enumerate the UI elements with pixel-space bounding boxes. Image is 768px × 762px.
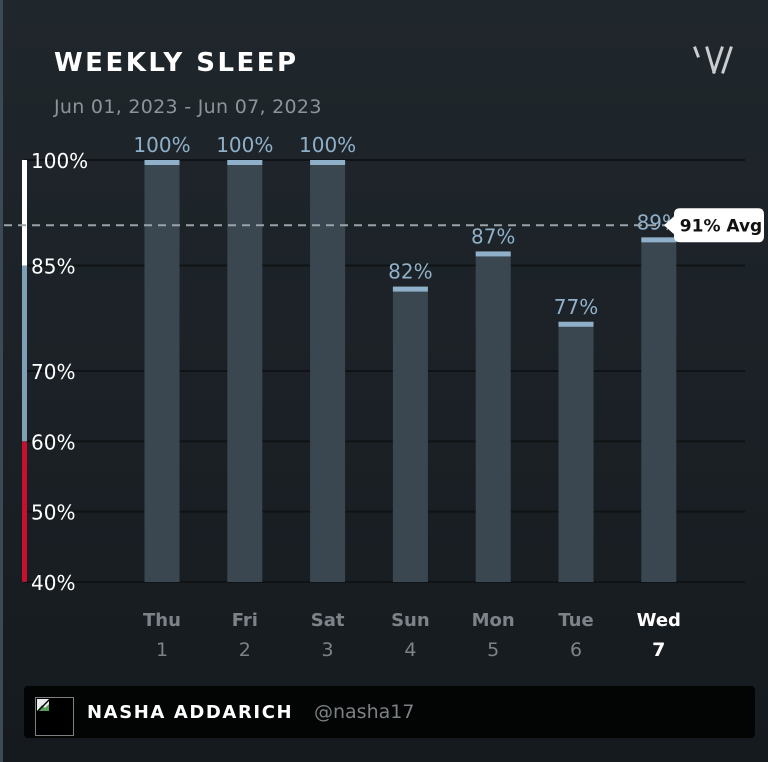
sleep-bar-chart: 100%85%70%60%50%40% 100% 100% 100%82%87%77… — [4, 133, 764, 661]
x-label-sat: Sat 3 — [311, 610, 345, 661]
day-number-label: 5 — [487, 639, 499, 661]
day-number-label: 7 — [652, 639, 665, 661]
x-label-tue: Tue 6 — [558, 610, 593, 661]
bar — [392, 286, 428, 582]
bar-group-fri: 100% — [216, 133, 273, 582]
day-number-label: 3 — [322, 639, 334, 661]
bar — [641, 237, 677, 582]
avatar[interactable] — [35, 697, 74, 736]
y-tick-label: 100% — [31, 149, 88, 173]
y-tick-label: 70% — [31, 360, 75, 384]
bar-value-label: 100% — [133, 133, 190, 157]
bar-cap — [475, 251, 511, 257]
x-label-sun: Sun 4 — [391, 610, 430, 661]
user-handle[interactable]: @nasha17 — [314, 701, 414, 723]
bar-value-label: 87% — [471, 224, 515, 248]
x-label-thu: Thu 1 — [143, 610, 181, 661]
y-tick-label: 85% — [31, 255, 75, 279]
day-name-label: Sat — [311, 610, 345, 631]
bar-group-mon: 87% — [471, 224, 515, 582]
bar — [144, 160, 180, 582]
y-tick-label: 50% — [31, 501, 75, 525]
scale-band-85-100 — [22, 160, 27, 266]
user-footer: NASHA ADDARICH @nasha17 — [24, 686, 755, 738]
day-name-label: Sun — [391, 610, 430, 631]
bar-cap — [310, 160, 346, 165]
bar-value-label: 77% — [554, 295, 598, 319]
bar-value-label: 100% — [216, 133, 273, 157]
bar-group-tue: 77% — [554, 295, 598, 582]
bar-cap — [558, 321, 594, 327]
bar-cap — [392, 286, 428, 292]
bar-group-thu: 100% — [133, 133, 191, 582]
scale-band-40-60 — [22, 441, 27, 582]
y-tick-label: 60% — [31, 430, 75, 454]
x-label-wed: Wed 7 — [637, 610, 681, 661]
day-name-label: Fri — [232, 610, 258, 631]
day-name-label: Mon — [472, 610, 515, 631]
bar — [310, 160, 346, 582]
bar-value-label: 100% — [299, 133, 356, 157]
bar-cap — [641, 237, 677, 243]
scale-band-60-85 — [22, 265, 27, 442]
day-number-label: 2 — [239, 639, 251, 661]
bar-group-sat: 100% — [299, 133, 356, 582]
bar — [558, 321, 594, 582]
bar-group-sun: 82% — [388, 260, 433, 582]
bar — [475, 251, 511, 582]
x-label-mon: Mon 5 — [472, 610, 515, 661]
bars: 100% 100% 100% 82% 87% 77% 89% — [133, 133, 681, 582]
day-number-label: 1 — [156, 639, 168, 661]
bar-group-wed: 89% — [637, 210, 681, 582]
day-number-label: 4 — [404, 639, 416, 661]
day-number-label: 6 — [570, 639, 582, 661]
bar-value-label: 82% — [388, 260, 432, 284]
bar — [227, 160, 263, 582]
x-label-fri: Fri 2 — [232, 610, 258, 661]
y-tick-label: 40% — [31, 571, 75, 595]
day-name-label: Tue — [558, 610, 593, 631]
performance-scale — [22, 160, 27, 582]
day-name-label: Thu — [143, 610, 181, 631]
bar-cap — [227, 160, 263, 165]
broken-image-icon — [37, 699, 49, 711]
average-label: 91% Avg — [680, 216, 762, 236]
user-name: NASHA ADDARICH — [87, 702, 294, 723]
x-axis-labels: Thu 1 Fri 2 Sat 3 Sun 4 Mon 5 Tue 6 Wed 7 — [143, 610, 681, 661]
day-name-label: Wed — [637, 610, 681, 631]
bar-cap — [144, 160, 180, 165]
